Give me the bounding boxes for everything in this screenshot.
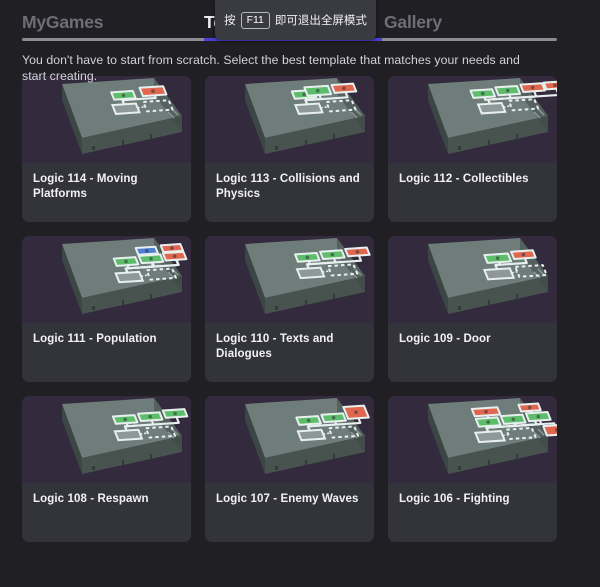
template-thumbnail	[205, 396, 374, 483]
template-thumbnail	[22, 236, 191, 323]
tooltip-suffix-text: 即可退出全屏模式	[274, 13, 367, 27]
app-root: Logic 114 - Moving Platforms Logic 113 - …	[0, 0, 600, 587]
template-card[interactable]: Logic 110 - Texts and Dialogues	[205, 236, 374, 382]
template-thumbnail	[388, 236, 557, 323]
template-card[interactable]: Logic 113 - Collisions and Physics	[205, 76, 374, 222]
tooltip-prefix-text: 按	[224, 13, 236, 27]
template-thumbnail	[388, 396, 557, 483]
template-card-title: Logic 114 - Moving Platforms	[33, 173, 138, 200]
template-thumbnail	[22, 396, 191, 483]
templates-grid: Logic 114 - Moving Platforms Logic 113 - …	[22, 76, 557, 542]
template-card-title: Logic 107 - Enemy Waves	[216, 493, 359, 505]
page-description: You don't have to start from scratch. Se…	[22, 53, 520, 83]
template-card[interactable]: Logic 112 - Collectibles	[388, 76, 557, 222]
template-thumbnail	[22, 76, 191, 163]
template-thumbnail	[205, 236, 374, 323]
template-card-title: Logic 110 - Texts and Dialogues	[216, 333, 334, 360]
template-card[interactable]: Logic 111 - Population	[22, 236, 191, 382]
template-card[interactable]: Logic 107 - Enemy Waves	[205, 396, 374, 542]
template-card[interactable]: Logic 109 - Door	[388, 236, 557, 382]
templates-scroll-region[interactable]: Logic 114 - Moving Platforms Logic 113 - …	[0, 0, 600, 587]
template-card-title: Logic 113 - Collisions and Physics	[216, 173, 360, 200]
template-card[interactable]: Logic 108 - Respawn	[22, 396, 191, 542]
template-card-title: Logic 111 - Population	[33, 333, 157, 345]
template-card[interactable]: Logic 114 - Moving Platforms	[22, 76, 191, 222]
nav-tab-gallery[interactable]: Gallery	[384, 12, 442, 33]
tooltip-key-f11: F11	[240, 11, 270, 29]
template-thumbnail	[205, 76, 374, 163]
template-card-title: Logic 109 - Door	[399, 333, 491, 345]
template-card-title: Logic 108 - Respawn	[33, 493, 149, 505]
nav-tab-mygames[interactable]: MyGames	[22, 12, 103, 33]
template-card-title: Logic 106 - Fighting	[399, 493, 510, 505]
template-thumbnail	[388, 76, 557, 163]
fullscreen-hint-tooltip: 按 F11 即可退出全屏模式	[215, 0, 376, 40]
template-card[interactable]: Logic 106 - Fighting	[388, 396, 557, 542]
template-card-title: Logic 112 - Collectibles	[399, 173, 529, 185]
